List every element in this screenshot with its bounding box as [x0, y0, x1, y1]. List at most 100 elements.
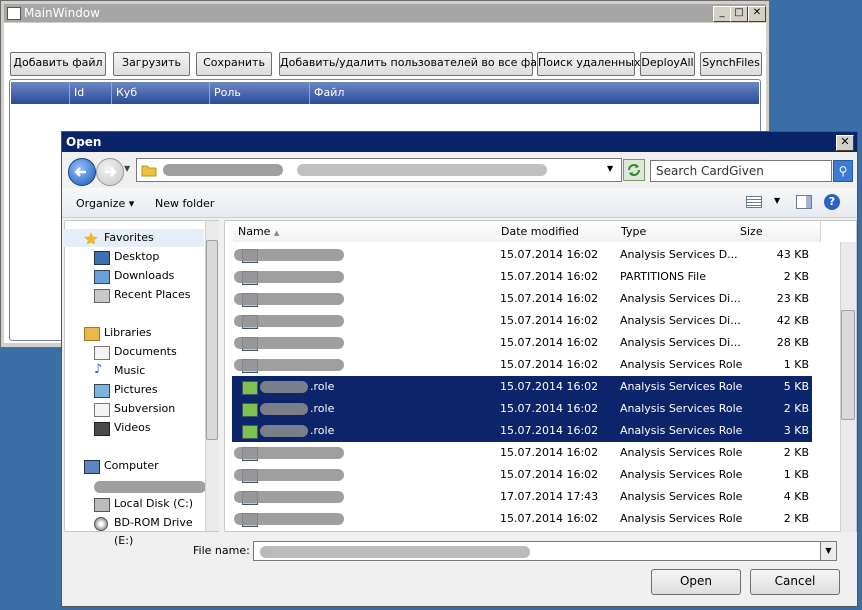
nav-favorites[interactable]: Favorites [64, 229, 204, 247]
column-type[interactable]: Type [616, 221, 741, 242]
file-row[interactable]: .role 15.07.2014 16:02 Analysis Services R… [232, 376, 812, 398]
hard-disk-icon [94, 498, 110, 512]
file-date: 15.07.2014 16:02 [500, 402, 599, 415]
nav-computer[interactable]: Computer [64, 457, 204, 475]
nav-libraries[interactable]: Libraries [64, 324, 204, 342]
desktop-icon [94, 251, 110, 265]
close-button[interactable]: ✕ [748, 6, 766, 22]
open-button[interactable]: Open [651, 569, 741, 595]
save-button[interactable]: Сохранить [196, 52, 272, 76]
nav-item-documents[interactable]: Documents [64, 343, 204, 361]
load-button[interactable]: Загрузить [113, 52, 190, 76]
nav-item-subversion[interactable]: Subversion [64, 400, 204, 418]
file-name-input[interactable] [253, 541, 837, 561]
grid-col-file[interactable]: Файл [309, 82, 706, 104]
view-dropdown-icon[interactable]: ▼ [774, 196, 780, 205]
forward-button[interactable] [96, 158, 124, 186]
search-input[interactable]: Search CardGiven [650, 160, 832, 182]
history-dropdown-icon[interactable]: ▼ [124, 164, 134, 176]
file-name-dropdown-icon[interactable]: ▼ [820, 541, 837, 561]
libraries-icon [84, 327, 100, 341]
file-size: 2 KB [783, 270, 809, 283]
nav-item-bd-rom[interactable]: BD-ROM Drive (E:) [64, 514, 204, 547]
file-date: 15.07.2014 16:02 [500, 336, 599, 349]
synch-files-button[interactable]: SynchFiles [700, 52, 762, 76]
file-type: PARTITIONS File [620, 270, 706, 283]
preview-pane-icon[interactable] [796, 195, 812, 209]
deploy-all-button[interactable]: DeployAll [640, 52, 695, 76]
file-row[interactable]: 17.07.2014 17:43 Analysis Services Role 4 … [232, 486, 812, 508]
file-date: 15.07.2014 16:02 [500, 424, 599, 437]
file-date: 15.07.2014 16:02 [500, 512, 599, 525]
add-remove-users-button[interactable]: Добавить/удалить пользователей во все фа… [279, 52, 560, 76]
file-row[interactable]: .role 15.07.2014 16:02 Analysis Services R… [232, 398, 812, 420]
pictures-icon [94, 384, 110, 398]
grid-col-role[interactable]: Роль [209, 82, 312, 104]
file-row[interactable]: 15.07.2014 16:02 Analysis Services Di... 2… [232, 332, 812, 354]
file-row[interactable]: 15.07.2014 16:02 Analysis Services Role 1 … [232, 354, 812, 376]
file-row[interactable]: 15.07.2014 16:02 Analysis Services Role 2 … [232, 508, 812, 530]
add-file-button[interactable]: Добавить файл [10, 52, 106, 76]
nav-item-recent-places[interactable]: Recent Places [64, 286, 204, 304]
file-type: Analysis Services Di... [620, 292, 741, 305]
file-row[interactable]: 15.07.2014 16:02 PARTITIONS File 2 KB [232, 266, 812, 288]
nav-item-downloads[interactable]: Downloads [64, 267, 204, 285]
nav-item-music[interactable]: ♪ Music [64, 362, 204, 380]
file-size: 2 KB [783, 512, 809, 525]
file-type: Analysis Services Role [620, 446, 743, 459]
dialog-toolbar: Organize ▾ New folder ▼ ? [62, 188, 857, 218]
maximize-button[interactable]: □ [730, 6, 748, 22]
file-row[interactable]: 15.07.2014 16:02 Analysis Services D... 43… [232, 244, 812, 266]
nav-item-desktop[interactable]: Desktop [64, 248, 204, 266]
file-type: Analysis Services Role [620, 424, 743, 437]
column-name[interactable]: Name ▲ [233, 221, 502, 242]
file-row[interactable]: 15.07.2014 16:02 Analysis Services Di... 4… [232, 310, 812, 332]
new-folder-button[interactable]: New folder [155, 197, 214, 210]
file-row[interactable]: 15.07.2014 16:02 Analysis Services Role 1 … [232, 464, 812, 486]
address-dropdown-icon[interactable]: ▼ [607, 164, 613, 173]
nav-item-local-disk[interactable]: Local Disk (C:) [64, 495, 204, 513]
star-icon [84, 232, 98, 244]
address-bar[interactable]: ▼ [136, 158, 622, 182]
file-date: 15.07.2014 16:02 [500, 248, 599, 261]
dialog-title-bar[interactable]: Open ✕ [62, 132, 857, 152]
organize-button[interactable]: Organize ▾ [76, 197, 134, 210]
main-window-title: MainWindow [24, 6, 100, 20]
grid-col-cube[interactable]: Куб [111, 82, 212, 104]
file-row[interactable]: .role 15.07.2014 16:02 Analysis Services R… [232, 420, 812, 442]
search-deleted-button[interactable]: Поиск удаленных [537, 52, 641, 76]
refresh-button[interactable] [623, 159, 645, 181]
music-icon: ♪ [94, 362, 103, 377]
grid-header: Id Куб Роль Файл [11, 82, 759, 104]
grid-col-id[interactable]: Id [69, 82, 114, 104]
dialog-close-button[interactable]: ✕ [836, 135, 854, 151]
file-list-scrollbar-thumb[interactable] [841, 310, 855, 420]
nav-scrollbar-thumb[interactable] [206, 240, 218, 440]
file-type: Analysis Services Di... [620, 314, 741, 327]
file-date: 15.07.2014 16:02 [500, 468, 599, 481]
downloads-icon [94, 270, 110, 284]
minimize-button[interactable]: _ [713, 6, 731, 22]
file-type: Analysis Services Role [620, 468, 743, 481]
cancel-button[interactable]: Cancel [750, 569, 840, 595]
file-size: 28 KB [776, 336, 809, 349]
file-type: Analysis Services Role [620, 490, 743, 503]
documents-icon [94, 346, 110, 360]
column-size[interactable]: Size [735, 221, 821, 242]
help-icon[interactable]: ? [824, 194, 840, 210]
main-title-bar[interactable]: MainWindow _ □ ✕ [4, 4, 766, 22]
file-size: 4 KB [783, 490, 809, 503]
search-icon[interactable]: ⚲ [833, 160, 853, 182]
view-options-icon[interactable] [746, 196, 762, 208]
back-button[interactable] [68, 158, 96, 186]
nav-item-pictures[interactable]: Pictures [64, 381, 204, 399]
optical-drive-icon [94, 517, 108, 531]
file-name: .role [310, 380, 335, 393]
column-date[interactable]: Date modified [496, 221, 622, 242]
nav-item-videos[interactable]: Videos [64, 419, 204, 437]
file-row[interactable]: 15.07.2014 16:02 Analysis Services Role 2 … [232, 442, 812, 464]
refresh-icon [628, 164, 640, 176]
file-row[interactable]: 15.07.2014 16:02 Analysis Services Di... 2… [232, 288, 812, 310]
file-size: 42 KB [776, 314, 809, 327]
file-type: Analysis Services Role [620, 402, 743, 415]
